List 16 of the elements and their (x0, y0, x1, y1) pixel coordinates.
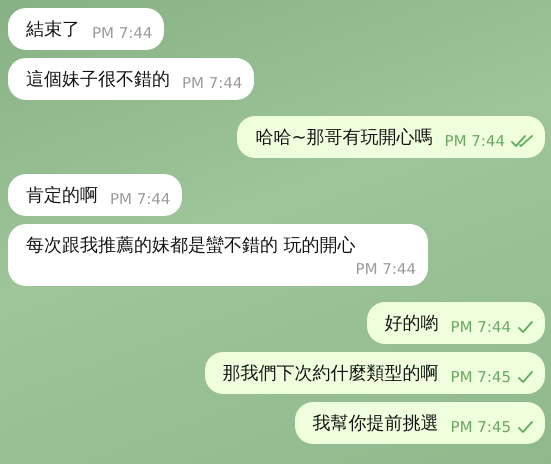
message-time: PM 7:44 (92, 23, 152, 43)
message-time: PM 7:44 (356, 259, 416, 279)
message-text: 哈哈~那哥有玩開心嗎 (255, 126, 433, 150)
message-text: 這個妹子很不錯的 (26, 68, 170, 92)
message-text: 結束了 (26, 18, 80, 42)
message-text: 肯定的啊 (26, 184, 98, 208)
message-text: 那我們下次約什麼類型的啊 (222, 362, 439, 386)
message-time: PM 7:45 (450, 367, 511, 387)
message-time: PM 7:44 (444, 131, 505, 151)
message-time: PM 7:44 (450, 317, 511, 337)
message-time: PM 7:45 (450, 417, 511, 437)
message-time: PM 7:44 (182, 73, 242, 93)
message-text: 每次跟我推薦的妹都是蠻不錯的 玩的開心 (26, 234, 356, 258)
message-text: 我幫你提前挑選 (312, 412, 439, 436)
message-time: PM 7:44 (110, 189, 170, 209)
message-text: 好的喲 (384, 312, 439, 336)
